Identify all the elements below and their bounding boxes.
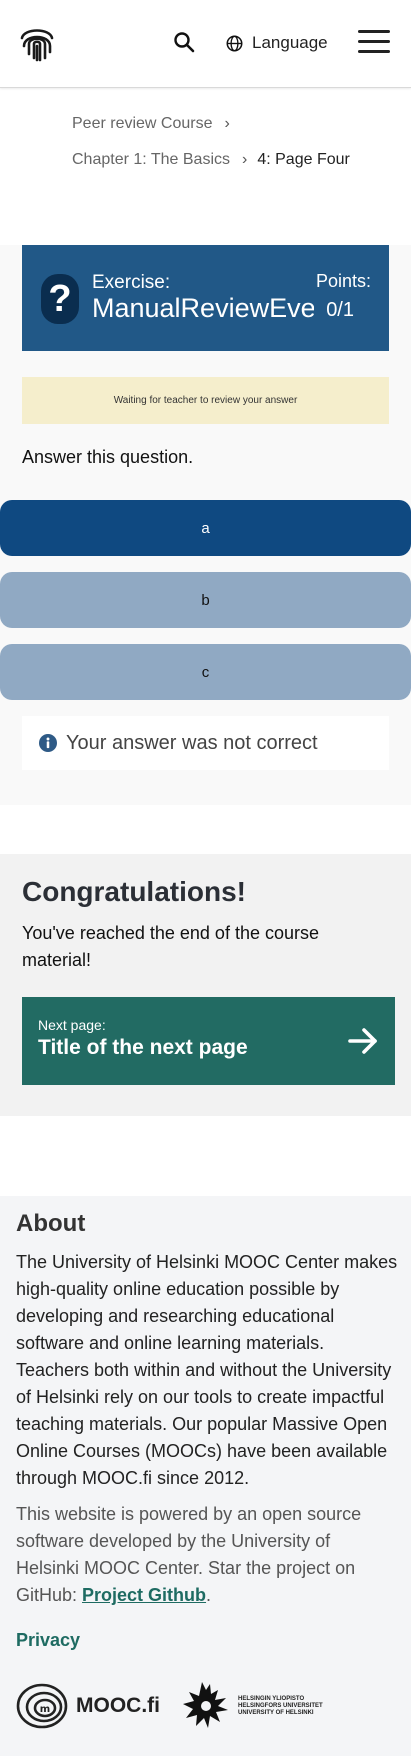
about-footer: About The University of Helsinki MOOC Ce… xyxy=(0,1196,411,1756)
congratulations-title: Congratulations! xyxy=(22,876,246,907)
arrow-right-icon xyxy=(348,1028,377,1054)
mooc-fi-logo[interactable]: m MOOC.fi xyxy=(16,1682,160,1730)
search-icon[interactable] xyxy=(172,30,196,54)
uh-line-sv: HELSINGFORS UNIVERSITET xyxy=(238,1702,323,1709)
next-page-title: Title of the next page xyxy=(38,1036,248,1059)
answer-option-b[interactable]: b xyxy=(0,572,411,628)
language-label: Language xyxy=(252,33,328,52)
top-navigation: Language xyxy=(0,0,411,88)
breadcrumb-separator: › xyxy=(224,115,230,132)
hamburger-icon[interactable] xyxy=(358,30,390,54)
breadcrumb-separator: › xyxy=(242,151,248,168)
open-source-suffix: . xyxy=(206,1585,212,1605)
language-selector[interactable]: Language xyxy=(226,28,328,58)
breadcrumb-chapter[interactable]: Chapter 1: The Basics xyxy=(72,151,230,168)
answer-option-a[interactable]: a xyxy=(0,500,411,556)
about-open-source-note: This website is powered by an open sourc… xyxy=(16,1501,386,1609)
answer-option-c[interactable]: c xyxy=(0,644,411,700)
university-of-helsinki-logo[interactable]: HELSINGIN YLIOPISTO HELSINGFORS UNIVERSI… xyxy=(180,1680,323,1732)
info-icon xyxy=(39,734,57,752)
uh-line-fi: HELSINGIN YLIOPISTO xyxy=(238,1695,305,1702)
about-description: The University of Helsinki MOOC Center m… xyxy=(16,1252,398,1488)
fingerprint-icon[interactable] xyxy=(18,22,56,62)
breadcrumb-chapter-row: Chapter 1: The Basics › 4: Page Four xyxy=(72,151,350,169)
exercise-title: ManualReviewEverything xyxy=(92,293,314,323)
feedback-text: Your answer was not correct xyxy=(66,731,318,754)
breadcrumb-course-row: Peer review Course › xyxy=(72,115,240,133)
next-page-button[interactable]: Next page: Title of the next page xyxy=(22,997,395,1085)
github-link[interactable]: Project Github xyxy=(82,1585,206,1605)
about-title: About xyxy=(16,1210,86,1237)
review-status-banner: Waiting for teacher to review your answe… xyxy=(22,377,389,424)
next-page-label: Next page: xyxy=(38,1017,106,1033)
helsinki-flame-icon xyxy=(183,1682,228,1728)
mooc-logo-text: MOOC.fi xyxy=(76,1694,160,1717)
question-text: Answer this question. xyxy=(22,447,194,467)
breadcrumb-current-page: 4: Page Four xyxy=(257,151,350,168)
points-value: 0/1 xyxy=(326,299,354,321)
points-label: Points: xyxy=(315,271,371,291)
uh-line-en: UNIVERSITY OF HELSINKI xyxy=(238,1709,314,1716)
exercise-section: ? Exercise: ManualReviewEverything Point… xyxy=(0,245,411,805)
congratulations-text: You've reached the end of the course mat… xyxy=(22,923,319,970)
question-mark-icon: ? xyxy=(41,274,79,324)
university-name: HELSINGIN YLIOPISTO HELSINGFORS UNIVERSI… xyxy=(238,1696,323,1717)
globe-icon xyxy=(226,35,243,51)
privacy-link[interactable]: Privacy xyxy=(16,1630,80,1651)
breadcrumb-course[interactable]: Peer review Course xyxy=(72,115,213,132)
svg-text:m: m xyxy=(40,1704,50,1715)
exercise-header: ? Exercise: ManualReviewEverything Point… xyxy=(22,245,389,351)
mooc-logo-icon: m xyxy=(16,1683,68,1729)
exercise-label: Exercise: xyxy=(92,272,171,293)
congratulations-section: Congratulations! You've reached the end … xyxy=(0,854,411,1116)
answer-feedback: Your answer was not correct xyxy=(22,716,389,770)
